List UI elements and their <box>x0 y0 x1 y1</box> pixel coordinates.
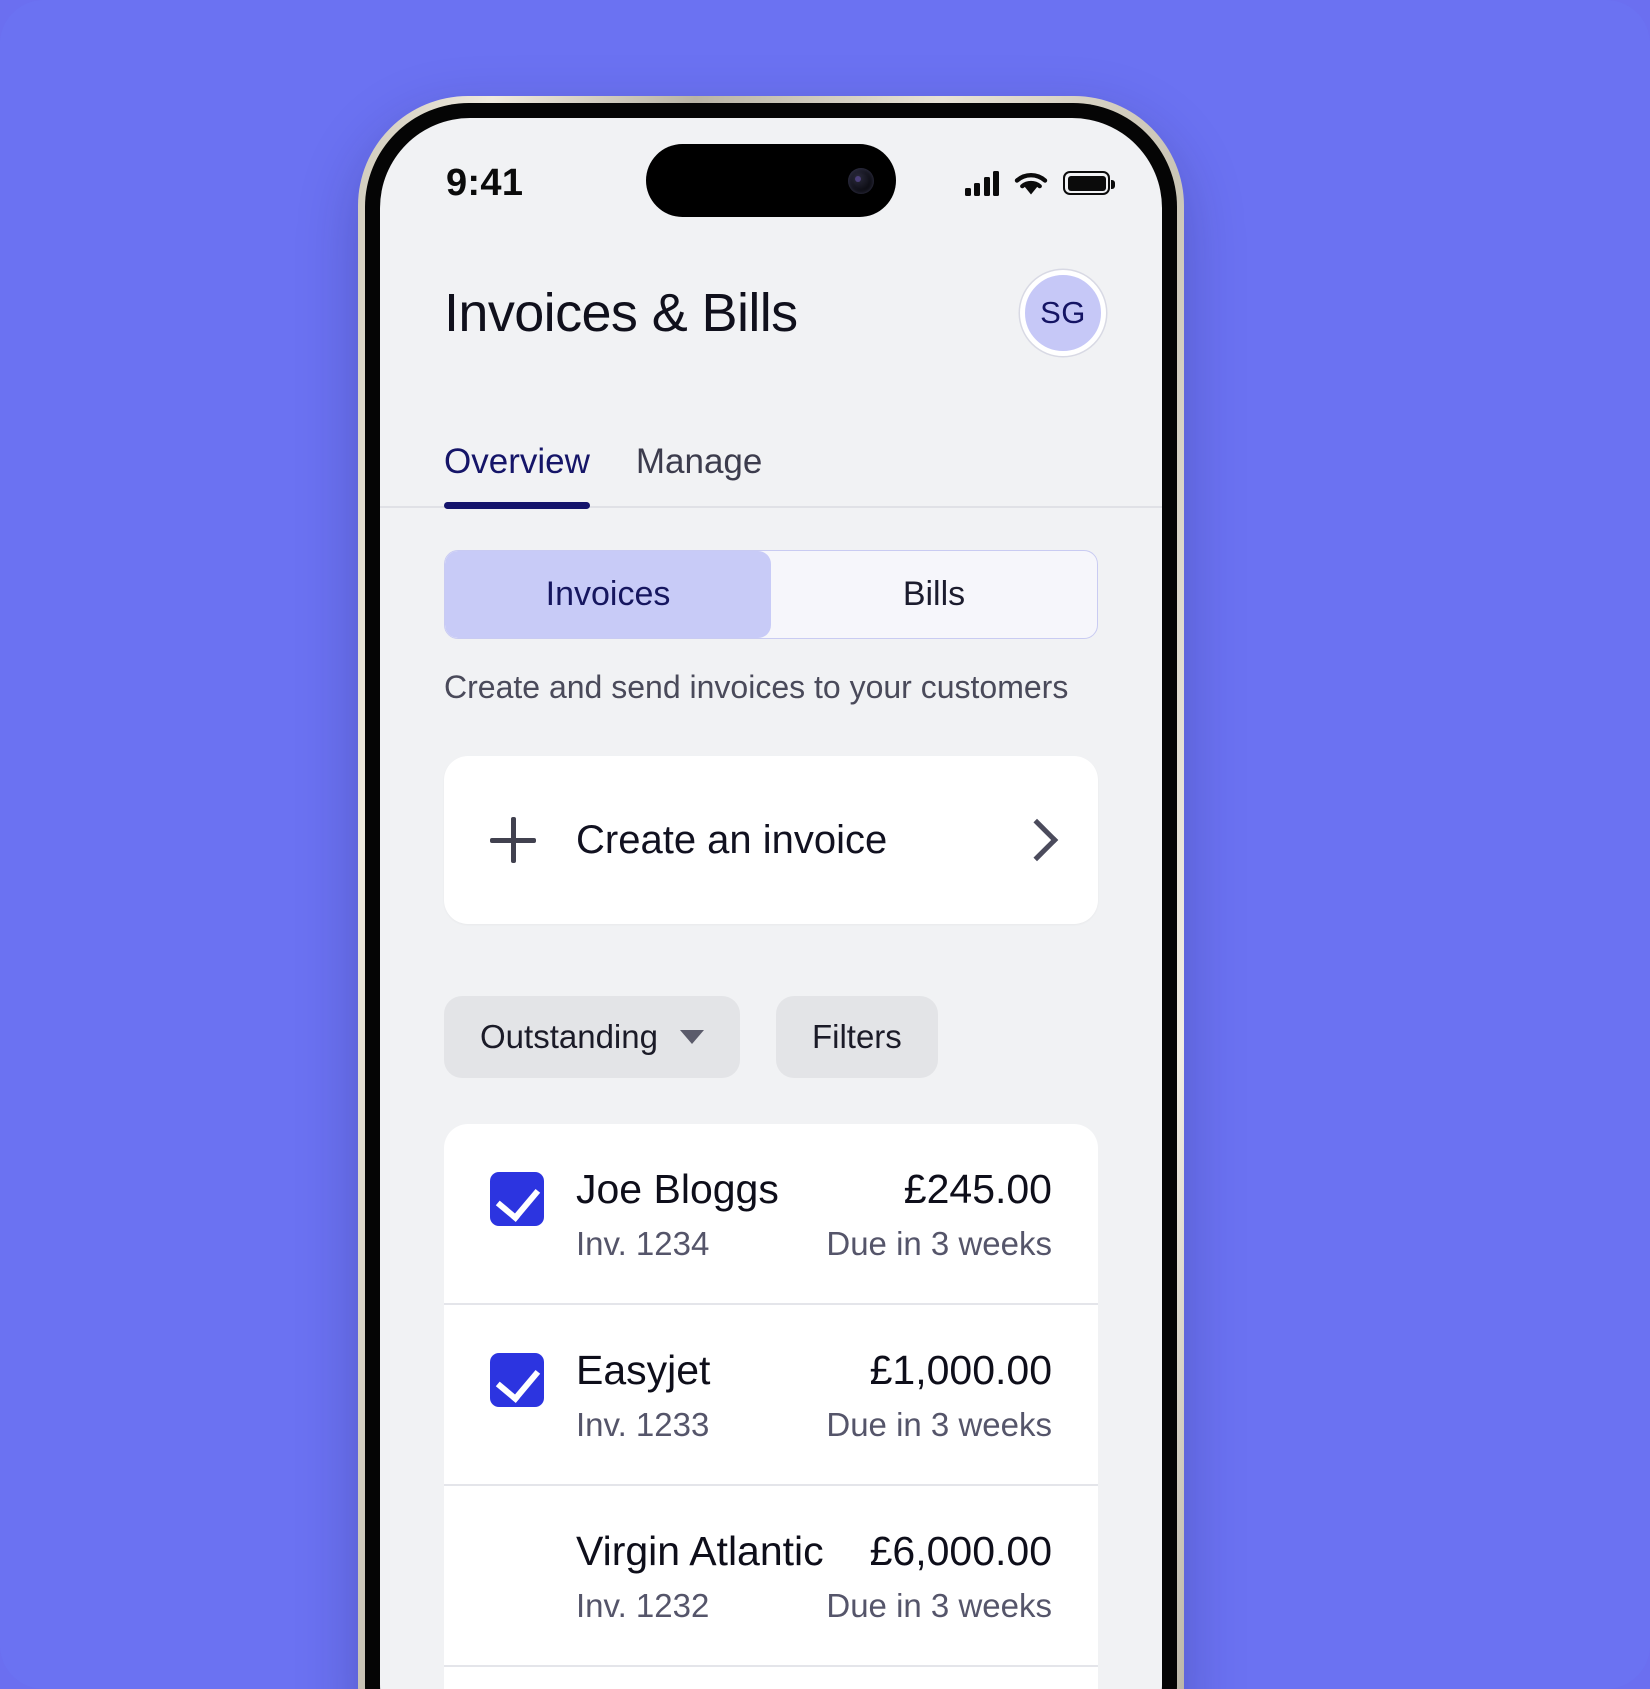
segment-invoices[interactable]: Invoices <box>445 551 771 638</box>
tab-overview[interactable]: Overview <box>444 442 590 509</box>
table-row[interactable]: Easyjet Inv. 1233 £1,000.00 Due in 3 weeks <box>444 1305 1098 1487</box>
row-secondary-info: £1,000.00 Due in 3 weeks <box>826 1347 1052 1444</box>
wifi-icon <box>1014 172 1048 194</box>
dynamic-island <box>646 144 896 217</box>
signal-bars-icon <box>964 170 999 196</box>
invoice-list: Joe Bloggs Inv. 1234 £245.00 Due in 3 weeks… <box>444 1124 1098 1689</box>
front-camera-icon <box>848 167 874 194</box>
row-secondary-info: £245.00 Due in 3 weeks <box>826 1166 1052 1263</box>
invoice-amount: £1,000.00 <box>869 1347 1052 1394</box>
table-row[interactable]: Joe Bloggs Inv. 1234 £245.00 Due in 3 weeks <box>444 1124 1098 1306</box>
row-secondary-info: £6,000.00 Due in 3 weeks <box>826 1530 1052 1625</box>
filter-chip-row: Outstanding Filters <box>444 996 1098 1078</box>
page-title: Invoices & Bills <box>444 283 798 343</box>
invoice-due: Due in 3 weeks <box>826 1587 1052 1625</box>
customer-name: Virgin Atlantic <box>576 1528 824 1575</box>
wallpaper-backdrop: 9:41 Invoices & Bills SG Overview Manage… <box>0 0 1650 1689</box>
plus-icon <box>490 817 536 863</box>
create-invoice-card[interactable]: Create an invoice <box>444 756 1098 924</box>
filters-chip-label: Filters <box>811 1018 902 1055</box>
avatar[interactable]: SG <box>1020 270 1106 356</box>
table-row[interactable]: American AirlinesInv. 1231£895.00Due in … <box>444 1667 1098 1689</box>
chevron-down-icon <box>679 1030 704 1044</box>
status-bar: 9:41 <box>380 118 1162 226</box>
row-checkbox[interactable] <box>490 1172 544 1226</box>
primary-tabs: Overview Manage <box>380 386 1162 509</box>
invoice-amount: £6,000.00 <box>869 1528 1052 1575</box>
invoice-amount: £245.00 <box>903 1166 1052 1212</box>
status-indicators <box>964 170 1115 197</box>
status-time: 9:41 <box>446 161 524 204</box>
status-filter-label: Outstanding <box>480 1018 658 1055</box>
invoice-number: Inv. 1232 <box>576 1587 710 1625</box>
row-primary-info: Easyjet Inv. 1233 <box>576 1347 711 1444</box>
filters-chip[interactable]: Filters <box>775 996 938 1078</box>
phone-bezel: 9:41 Invoices & Bills SG Overview Manage… <box>365 103 1177 1689</box>
invoice-due: Due in 3 weeks <box>826 1406 1052 1444</box>
segment-bills[interactable]: Bills <box>771 551 1097 638</box>
phone-device-frame: 9:41 Invoices & Bills SG Overview Manage… <box>358 96 1184 1689</box>
segment-caption: Create and send invoices to your custome… <box>444 669 1069 705</box>
invoice-due: Due in 3 weeks <box>826 1225 1052 1263</box>
customer-name: Joe Bloggs <box>576 1166 779 1212</box>
tab-manage[interactable]: Manage <box>636 442 762 506</box>
customer-name: Easyjet <box>576 1347 711 1394</box>
row-checkbox[interactable] <box>490 1353 544 1408</box>
invoice-number: Inv. 1234 <box>576 1225 710 1263</box>
phone-screen: 9:41 Invoices & Bills SG Overview Manage… <box>380 118 1162 1689</box>
row-primary-info: Virgin Atlantic Inv. 1232 <box>576 1530 824 1625</box>
battery-icon <box>1063 171 1115 195</box>
row-primary-info: Joe Bloggs Inv. 1234 <box>576 1166 779 1263</box>
segmented-control: Invoices Bills <box>444 550 1098 639</box>
invoice-number: Inv. 1233 <box>576 1406 710 1444</box>
status-filter-chip[interactable]: Outstanding <box>444 996 740 1078</box>
chevron-right-icon <box>1015 818 1059 862</box>
create-invoice-label: Create an invoice <box>576 817 888 862</box>
table-row[interactable]: Virgin Atlantic Inv. 1232 £6,000.00 Due in … <box>444 1486 1098 1668</box>
app-header: Invoices & Bills SG <box>380 226 1162 356</box>
